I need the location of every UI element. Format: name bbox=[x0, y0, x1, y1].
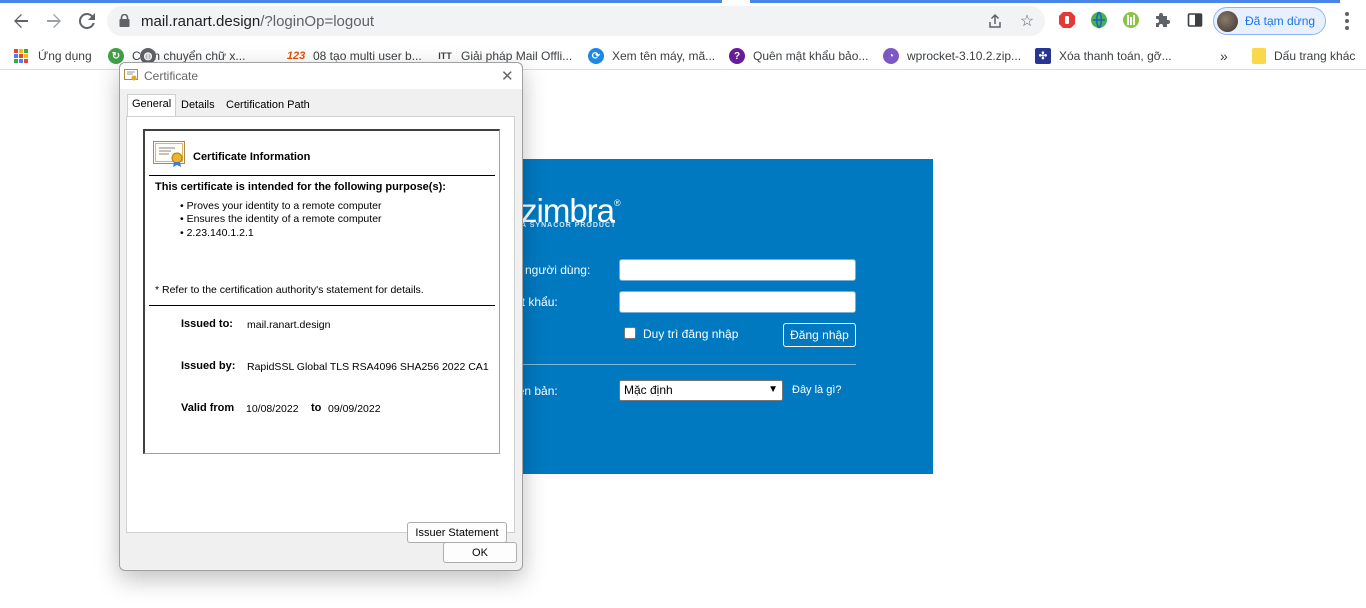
remember-me-label: Duy trì đăng nhập bbox=[643, 327, 739, 341]
issued-to-label: Issued to: bbox=[181, 318, 233, 330]
bookmark-label: Quên mật khẩu bảo... bbox=[753, 49, 869, 63]
refer-note: * Refer to the certification authority's… bbox=[155, 284, 424, 296]
general-tab-panel: Certificate Information This certificate… bbox=[126, 116, 515, 543]
profile-button[interactable]: Đã tạm dừng bbox=[1213, 7, 1326, 35]
divider bbox=[149, 305, 495, 306]
issued-to-value: mail.ranart.design bbox=[247, 319, 331, 331]
avatar bbox=[1217, 11, 1238, 32]
issued-by-label: Issued by: bbox=[181, 360, 236, 372]
url-text: mail.ranart.design/?loginOp=logout bbox=[141, 13, 375, 30]
version-selected-value: Mặc định bbox=[624, 383, 673, 397]
network-icon: ✣ bbox=[1035, 48, 1051, 64]
issuer-statement-button[interactable]: Issuer Statement bbox=[407, 522, 507, 543]
ok-button[interactable]: OK bbox=[443, 542, 517, 563]
bookmark-label: Xem tên máy, mã... bbox=[612, 49, 716, 63]
browser-toolbar: mail.ranart.design/?loginOp=logout ☆ Đã … bbox=[0, 0, 1366, 42]
bookmark-item[interactable]: ✣ Xóa thanh toán, gỡ... bbox=[1035, 46, 1172, 66]
profile-status: Đã tạm dừng bbox=[1245, 14, 1316, 28]
tab-certification-path[interactable]: Certification Path bbox=[222, 97, 314, 116]
reload-icon[interactable] bbox=[76, 10, 98, 32]
zimbra-login-panel: zimbra® A SYNACOR PRODUCT n người dùng: … bbox=[515, 159, 933, 474]
bookmark-apps[interactable]: Ứng dụng bbox=[14, 46, 92, 66]
star-icon[interactable]: ☆ bbox=[1017, 11, 1037, 31]
overflow-chevron-icon: » bbox=[1220, 48, 1228, 64]
login-button[interactable]: Đăng nhập bbox=[783, 323, 856, 347]
bookmark-item[interactable]: ⟳ Xem tên máy, mã... bbox=[588, 46, 715, 66]
certificate-info-heading: Certificate Information bbox=[193, 151, 311, 163]
password-input[interactable] bbox=[619, 291, 856, 313]
refresh-circle-icon: ⟳ bbox=[588, 48, 604, 64]
remember-me-checkbox[interactable] bbox=[624, 327, 636, 339]
bookmark-label: Giải pháp Mail Offli... bbox=[461, 49, 573, 63]
username-input[interactable] bbox=[619, 259, 856, 281]
dialog-titlebar[interactable]: Certificate ✕ bbox=[120, 63, 522, 89]
purpose-item: • 2.23.140.1.2.1 bbox=[180, 227, 254, 239]
bookmark-item[interactable]: ? Quên mật khẩu bảo... bbox=[729, 46, 868, 66]
extension-green-icon[interactable] bbox=[1121, 10, 1141, 30]
bookmark-label: 08 tạo multi user b... bbox=[313, 49, 422, 63]
zimbra-tagline: A SYNACOR PRODUCT bbox=[521, 222, 617, 229]
browser-menu-icon[interactable] bbox=[1340, 10, 1354, 32]
certificate-icon bbox=[124, 69, 138, 81]
version-select[interactable]: Mặc định ▼ bbox=[619, 380, 783, 401]
forward-icon[interactable] bbox=[43, 10, 65, 32]
version-help-link[interactable]: Đây là gì? bbox=[792, 384, 842, 396]
certificate-document-icon bbox=[153, 141, 185, 167]
bookmark-label: Ứng dụng bbox=[38, 49, 92, 63]
tab-details[interactable]: Details bbox=[177, 97, 219, 116]
question-circle-icon: ? bbox=[729, 48, 745, 64]
tab-general[interactable]: General bbox=[127, 94, 177, 117]
back-icon[interactable] bbox=[10, 10, 32, 32]
lock-icon[interactable] bbox=[119, 14, 130, 27]
purpose-heading: This certificate is intended for the fol… bbox=[155, 181, 446, 193]
extensions-puzzle-icon[interactable] bbox=[1153, 10, 1173, 30]
divider bbox=[149, 175, 495, 176]
bookmark-label: wprocket-3.10.2.zip... bbox=[907, 49, 1022, 63]
purpose-item: • Proves your identity to a remote compu… bbox=[180, 200, 382, 212]
issued-by-value: RapidSSL Global TLS RSA4096 SHA256 2022 … bbox=[247, 361, 489, 373]
divider bbox=[515, 364, 856, 365]
certificate-info-box: Certificate Information This certificate… bbox=[143, 129, 500, 454]
purpose-item: • Ensures the identity of a remote compu… bbox=[180, 213, 382, 225]
bookmark-other-folder[interactable]: Dấu trang khác bbox=[1252, 46, 1355, 66]
address-bar[interactable]: mail.ranart.design/?loginOp=logout ☆ bbox=[107, 6, 1045, 36]
valid-to-label: to bbox=[311, 402, 322, 414]
tab-indicator bbox=[0, 0, 722, 3]
valid-from-label: Valid from bbox=[181, 402, 235, 414]
chevron-down-icon: ▼ bbox=[768, 384, 778, 395]
dialog-title: Certificate bbox=[144, 69, 199, 83]
share-icon[interactable] bbox=[985, 11, 1005, 31]
adblock-icon[interactable] bbox=[1057, 10, 1077, 30]
username-label: n người dùng: bbox=[515, 263, 591, 277]
rocket-icon: ◔ bbox=[883, 48, 899, 64]
bookmark-label: Dấu trang khác bbox=[1274, 49, 1356, 63]
valid-from-value: 10/08/2022 bbox=[246, 403, 299, 415]
valid-to-value: 09/09/2022 bbox=[328, 403, 381, 415]
bookmark-label: Xóa thanh toán, gỡ... bbox=[1059, 49, 1172, 63]
folder-icon bbox=[1252, 48, 1266, 64]
side-panel-icon[interactable] bbox=[1185, 10, 1205, 30]
certificate-dialog: Certificate ✕ General Details Certificat… bbox=[119, 62, 523, 571]
extension-globe-icon[interactable] bbox=[1089, 10, 1109, 30]
apps-grid-icon bbox=[14, 49, 28, 63]
close-icon[interactable]: ✕ bbox=[501, 67, 514, 85]
bookmark-item[interactable]: ◔ wprocket-3.10.2.zip... bbox=[883, 46, 1021, 66]
tab-indicator bbox=[750, 0, 1340, 3]
bookmarks-overflow-button[interactable]: » bbox=[1220, 46, 1228, 66]
